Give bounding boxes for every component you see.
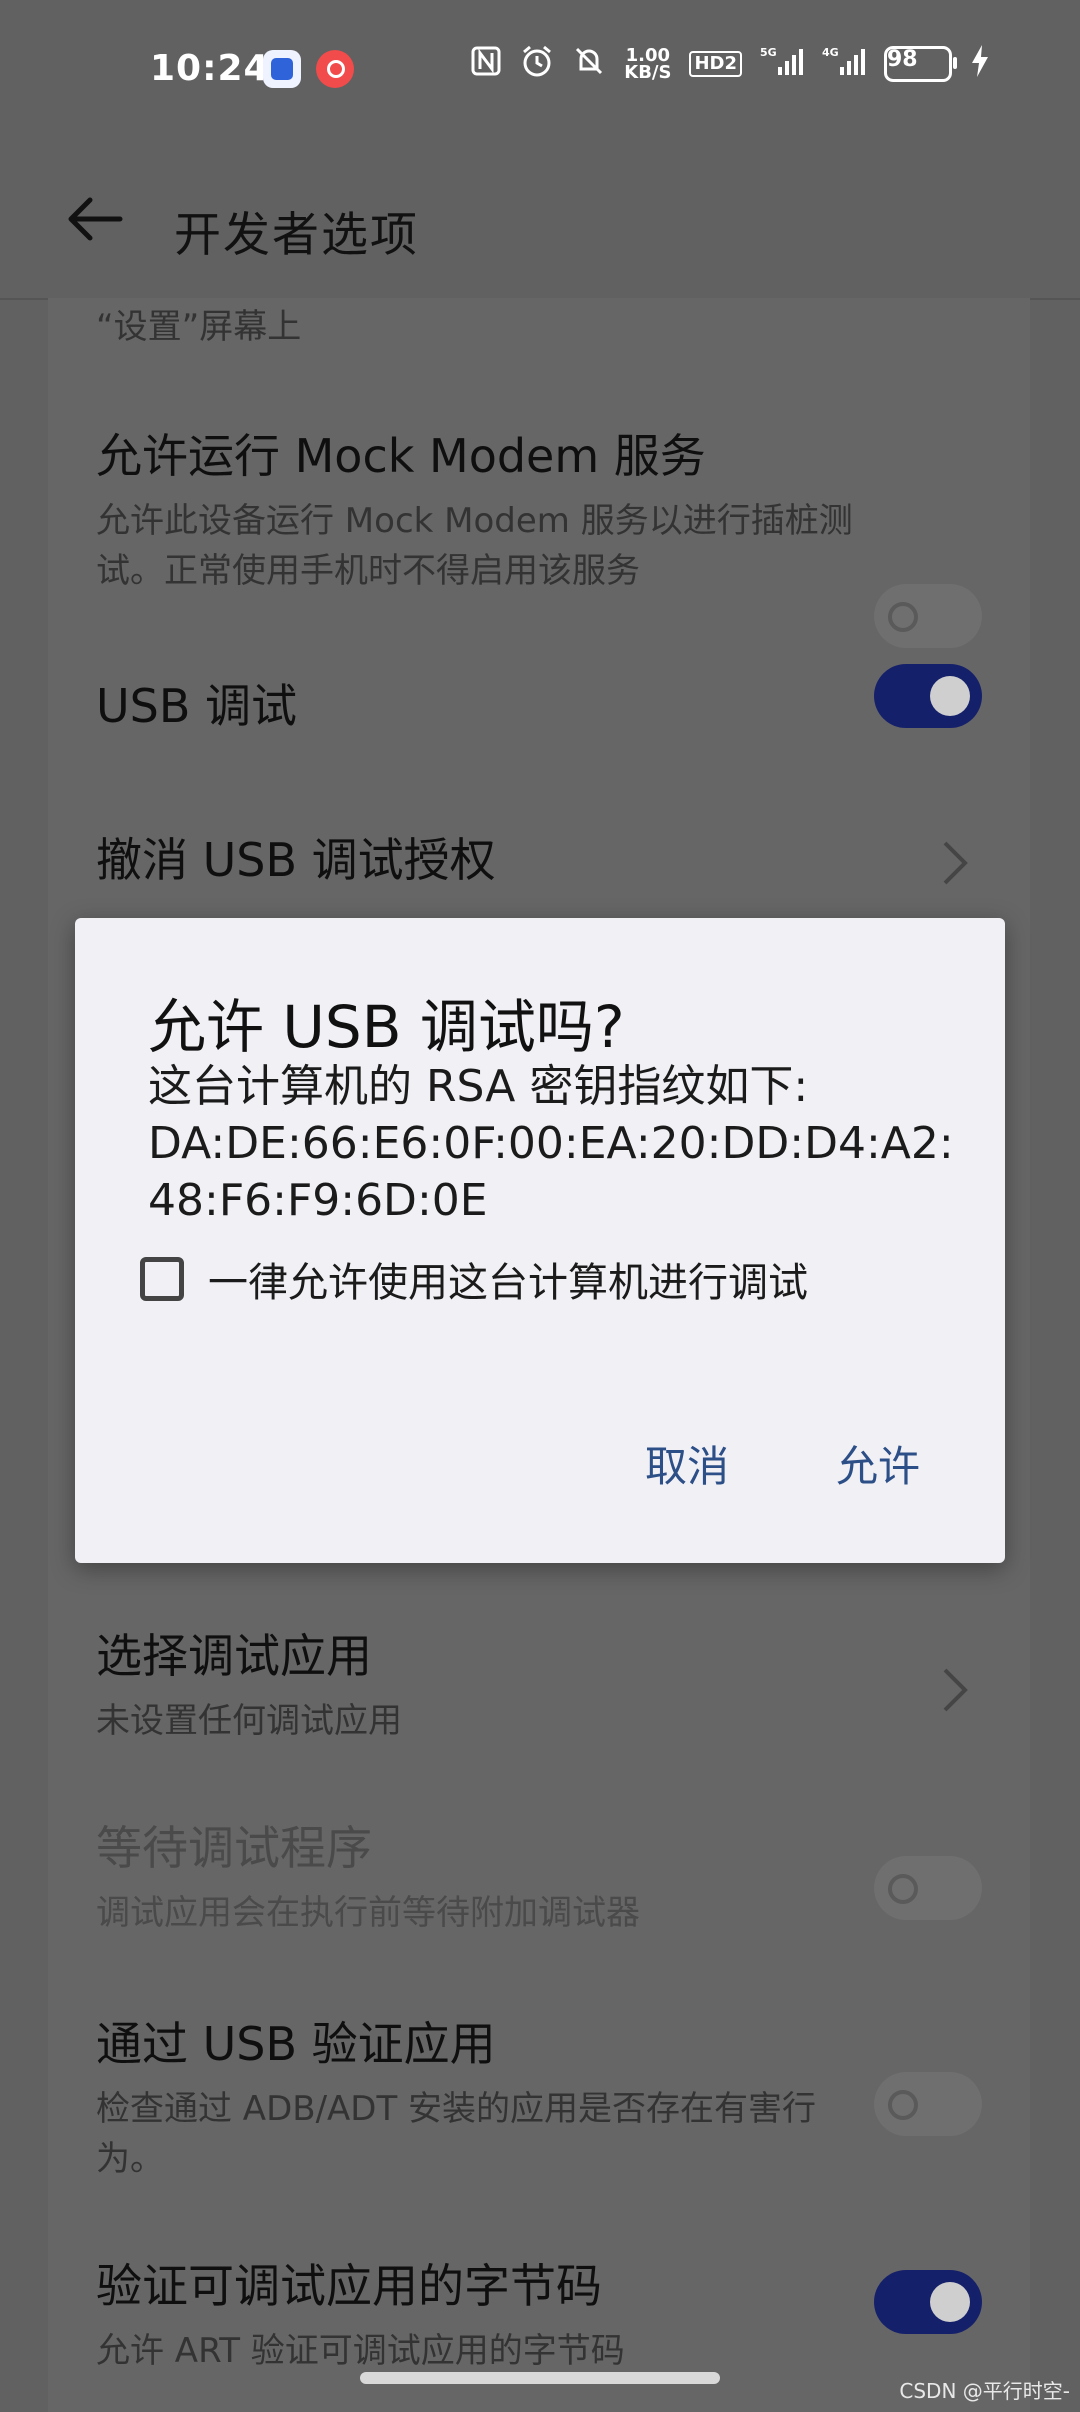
search-app-notification-icon [316,50,354,88]
charging-icon [970,44,990,83]
usb-debugging-dialog: 允许 USB 调试吗? 这台计算机的 RSA 密钥指纹如下: DA:DE:66:… [75,918,1005,1563]
watermark: CSDN @平行时空- [899,2379,1070,2403]
status-time: 10:24 [150,48,270,89]
app-notification-icon [263,50,301,88]
home-indicator[interactable] [360,2372,720,2384]
chevron-right-icon [943,841,968,885]
setting-verify-apps-usb[interactable]: 通过 USB 验证应用 检查通过 ADB/ADT 安装的应用是否存在有害行为。 [48,2000,1030,2200]
setting-title: 选择调试应用 [96,1629,372,1683]
chevron-right-icon [943,1668,968,1712]
signal-4g-icon: 4G [822,45,866,82]
bell-muted-icon [572,44,606,83]
setting-subtitle: 未设置任何调试应用 [96,1701,402,1741]
status-icons: 1.00 KB/S HD2 5G 4G 98 [470,44,990,83]
nfc-icon [470,45,502,82]
setting-subtitle: 允许 ART 验证可调试应用的字节码 [96,2331,625,2371]
svg-text:4G: 4G [822,46,839,59]
setting-title: 通过 USB 验证应用 [96,2017,496,2071]
always-allow-row[interactable]: 一律允许使用这台计算机进行调试 [140,1250,808,1308]
always-allow-checkbox[interactable] [140,1257,184,1301]
setting-title: 等待调试程序 [96,1821,372,1875]
setting-subtitle: 允许此设备运行 Mock Modem 服务以进行插桩测试。正常使用手机时不得启用… [96,501,853,591]
setting-title: 允许运行 Mock Modem 服务 [96,429,706,483]
setting-title: USB 调试 [96,679,298,733]
signal-5g-icon: 5G [760,45,804,82]
net-speed: 1.00 KB/S [624,44,672,83]
status-bar: 10:24 1.00 KB/S HD2 5G 4G 98 [0,0,1080,140]
setting-select-debug-app[interactable]: 选择调试应用 未设置任何调试应用 [48,1610,1030,1770]
always-allow-label: 一律允许使用这台计算机进行调试 [208,1260,808,1306]
setting-subtitle: 检查通过 ADB/ADT 安装的应用是否存在有害行为。 [96,2089,817,2179]
setting-subtitle: 调试应用会在执行前等待附加调试器 [96,1893,640,1933]
verify-apps-toggle[interactable] [874,2072,982,2136]
setting-revoke-usb-auth[interactable]: 撤消 USB 调试授权 [48,808,1030,928]
app-bar: 开发者选项 [0,140,1080,300]
setting-usb-debugging[interactable]: USB 调试 [48,658,1030,798]
setting-title: 撤消 USB 调试授权 [96,833,496,887]
battery-icon: 98 [884,45,957,82]
hd-icon: HD2 [689,50,742,77]
dialog-message: 这台计算机的 RSA 密钥指纹如下: DA:DE:66:E6:0F:00:EA:… [148,1061,954,1226]
setting-title: 验证可调试应用的字节码 [96,2259,602,2313]
setting-wait-for-debugger: 等待调试程序 调试应用会在执行前等待附加调试器 [48,1804,1030,1964]
back-arrow-icon[interactable] [62,184,132,254]
mock-modem-toggle[interactable] [874,584,982,648]
dialog-title: 允许 USB 调试吗? [148,993,625,1061]
usb-debugging-toggle[interactable] [874,664,982,728]
allow-button[interactable]: 允许 [828,1433,928,1494]
wait-debugger-toggle [874,1856,982,1920]
alarm-icon [520,44,554,83]
cancel-button[interactable]: 取消 [637,1433,737,1494]
page-title: 开发者选项 [174,208,419,263]
setting-verify-bytecode[interactable]: 验证可调试应用的字节码 允许 ART 验证可调试应用的字节码 [48,2250,1030,2410]
verify-bytecode-toggle[interactable] [874,2270,982,2334]
setting-mock-modem[interactable]: 允许运行 Mock Modem 服务 允许此设备运行 Mock Modem 服务… [48,408,1030,648]
svg-text:5G: 5G [760,46,777,59]
